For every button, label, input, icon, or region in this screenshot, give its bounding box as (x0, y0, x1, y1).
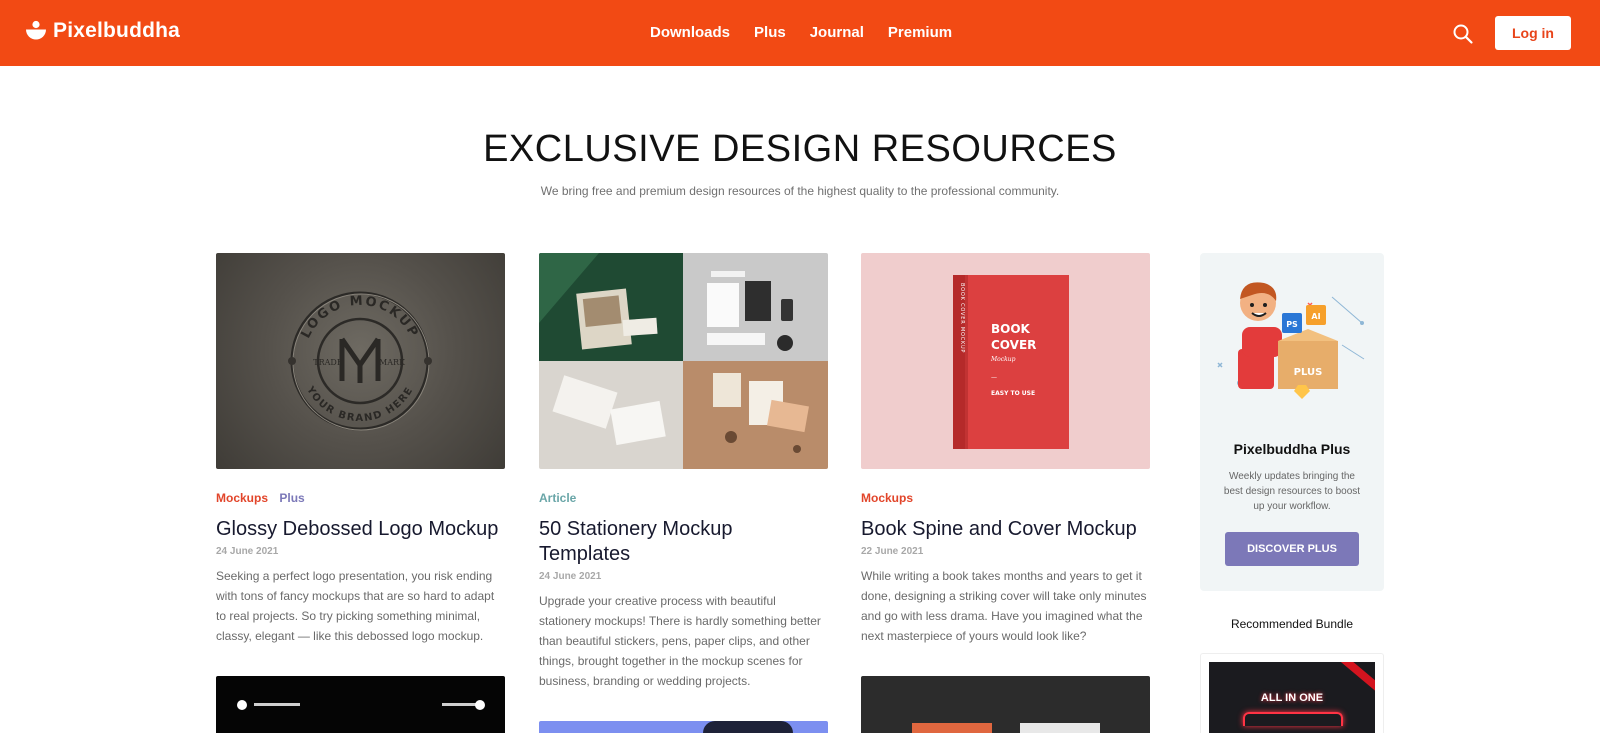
logo-mark-icon (26, 20, 46, 40)
recommended-bundle-card: ALL IN ONE (1200, 653, 1384, 733)
resource-card: LOGO MOCKUP YOUR BRAND HERE TRADE MARK M… (216, 253, 505, 646)
main-nav: Downloads Plus Journal Premium (650, 24, 952, 41)
page-subtitle: We bring free and premium design resourc… (540, 184, 1060, 198)
nav-journal[interactable]: Journal (810, 24, 864, 41)
login-button[interactable]: Log in (1495, 16, 1571, 50)
brand-logo[interactable]: Pixelbuddha (25, 19, 180, 43)
logo-text-top: LOGO MOCKUP (299, 294, 420, 341)
stationery-collage-illustration (539, 253, 828, 469)
resource-card: BOOK COVER MOCKUP BOOK COVER Mockup — EA… (861, 253, 1150, 646)
promo-badge-plus: PLUS (1294, 367, 1323, 378)
page-title: EXCLUSIVE DESIGN RESOURCES (483, 128, 1117, 170)
card-date: 24 June 2021 (216, 546, 279, 557)
promo-description: Weekly updates bringing the best design … (1223, 471, 1361, 512)
dark-preview-icons (237, 700, 485, 710)
nav-premium[interactable]: Premium (888, 24, 952, 41)
plus-promo-card: PLUS PS AI Pixelbuddha Plus Weekly updat… (1200, 253, 1384, 591)
preview-blue-shape (703, 721, 793, 733)
card-title[interactable]: Book Spine and Cover Mockup (861, 517, 1150, 542)
top-header: Pixelbuddha Downloads Plus Journal Premi… (0, 0, 1600, 66)
card-image-preview-blue[interactable] (539, 721, 828, 733)
promo-badge-ps: PS (1286, 320, 1298, 329)
book-cover-line2: COVER (991, 338, 1036, 352)
bundle-corner-ribbon (1333, 662, 1375, 695)
bundle-image[interactable]: ALL IN ONE (1209, 662, 1375, 733)
recommended-bundle-heading: Recommended Bundle (1230, 617, 1354, 631)
search-icon[interactable] (1452, 23, 1474, 45)
preview-orange-block (912, 723, 992, 733)
book-cover-line1: BOOK (991, 322, 1031, 336)
card-image-book-cover[interactable]: BOOK COVER MOCKUP BOOK COVER Mockup — EA… (861, 253, 1150, 469)
promo-title: Pixelbuddha Plus (1233, 441, 1351, 457)
debossed-logo-illustration: LOGO MOCKUP YOUR BRAND HERE TRADE MARK (288, 291, 432, 431)
card-description: While writing a book takes months and ye… (861, 569, 1147, 643)
resource-card: Article 50 Stationery Mockup Templates 2… (539, 253, 828, 691)
plus-promo-illustration: PLUS PS AI (1217, 282, 1365, 399)
book-cover-dash: — (991, 374, 997, 381)
card-title[interactable]: Glossy Debossed Logo Mockup (216, 517, 505, 542)
bundle-text: ALL IN ONE (1260, 692, 1324, 704)
card-title[interactable]: 50 Stationery Mockup Templates (539, 517, 828, 567)
logo-text-left: TRADE (313, 358, 343, 367)
tag-mockups[interactable]: Mockups (216, 491, 268, 505)
card-description: Seeking a perfect logo presentation, you… (216, 569, 495, 643)
svg-text:LOGO MOCKUP: LOGO MOCKUP (299, 294, 422, 341)
book-cover-script: Mockup (990, 356, 1016, 363)
card-tags: Mockups (861, 491, 1150, 505)
card-date: 22 June 2021 (861, 546, 924, 557)
card-description: Upgrade your creative process with beaut… (539, 594, 821, 688)
card-tags: Article (539, 491, 828, 505)
tag-article[interactable]: Article (539, 491, 576, 505)
tag-mockups[interactable]: Mockups (861, 491, 913, 505)
book-spine-text: BOOK COVER MOCKUP (959, 283, 965, 353)
discover-plus-button[interactable]: DISCOVER PLUS (1225, 532, 1359, 566)
card-tags: Mockups Plus (216, 491, 505, 505)
brand-name: Pixelbuddha (53, 19, 181, 42)
preview-white-block (1020, 723, 1100, 733)
card-date: 24 June 2021 (539, 571, 602, 582)
card-image-preview-charcoal[interactable] (861, 676, 1150, 733)
nav-downloads[interactable]: Downloads (650, 24, 730, 41)
book-cover-tag: EASY TO USE (991, 390, 1035, 397)
card-image-preview-dark[interactable] (216, 676, 505, 733)
card-image-logo-mockup[interactable]: LOGO MOCKUP YOUR BRAND HERE TRADE MARK (216, 253, 505, 469)
bundle-neon-line (1243, 712, 1343, 726)
promo-badge-ai: AI (1311, 312, 1320, 321)
logo-text-right: MARK (379, 358, 406, 367)
book-cover-illustration: BOOK COVER MOCKUP BOOK COVER Mockup — EA… (953, 275, 1069, 449)
tag-plus[interactable]: Plus (279, 491, 304, 505)
nav-plus[interactable]: Plus (754, 24, 786, 41)
card-image-stationery[interactable] (539, 253, 828, 469)
